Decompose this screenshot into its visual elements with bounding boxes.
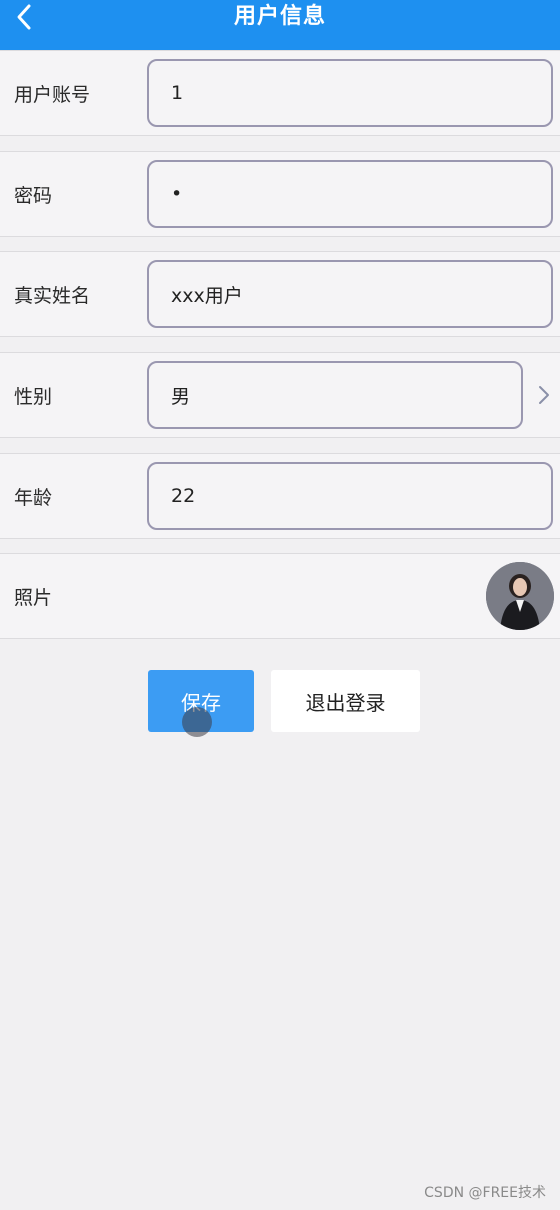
photo-label: 照片 bbox=[14, 586, 53, 609]
chevron-left-icon bbox=[17, 4, 31, 30]
password-row: 密码 bbox=[0, 151, 560, 237]
page-title: 用户信息 bbox=[233, 4, 326, 29]
gender-label: 性别 bbox=[14, 385, 53, 408]
gender-row[interactable]: 性别 bbox=[0, 352, 560, 438]
password-label: 密码 bbox=[14, 184, 53, 207]
age-input[interactable] bbox=[147, 462, 553, 530]
avatar[interactable] bbox=[486, 562, 554, 630]
password-input[interactable] bbox=[147, 160, 553, 228]
realname-label: 真实姓名 bbox=[14, 284, 91, 307]
watermark: CSDN @FREE技术 bbox=[424, 1185, 546, 1201]
account-row: 用户账号 bbox=[0, 50, 560, 136]
back-button[interactable] bbox=[6, 0, 42, 34]
navbar: 用户信息 bbox=[0, 0, 560, 50]
account-label: 用户账号 bbox=[14, 83, 91, 106]
touch-indicator bbox=[182, 707, 212, 737]
chevron-right-icon[interactable] bbox=[534, 353, 554, 437]
account-input[interactable] bbox=[147, 59, 553, 127]
avatar-photo bbox=[486, 562, 554, 630]
age-label: 年龄 bbox=[14, 486, 53, 509]
realname-input[interactable] bbox=[147, 260, 553, 328]
age-row: 年龄 bbox=[0, 453, 560, 539]
gender-select[interactable] bbox=[147, 361, 523, 429]
photo-row: 照片 bbox=[0, 553, 560, 639]
logout-button[interactable]: 退出登录 bbox=[271, 670, 420, 732]
realname-row: 真实姓名 bbox=[0, 251, 560, 337]
